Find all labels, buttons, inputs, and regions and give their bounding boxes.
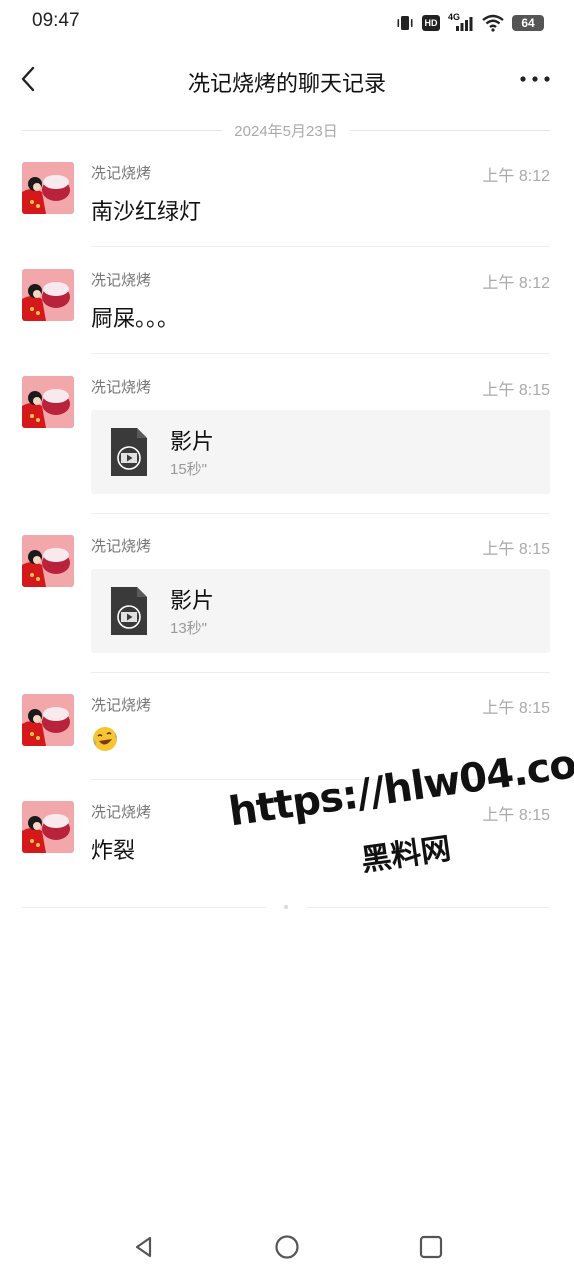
video-card[interactable]: 影片 13秒" <box>91 569 550 653</box>
page-title: 冼记烧烤的聊天记录 <box>187 72 386 97</box>
message-item[interactable]: 冼记烧烤 上午 8:15 影片 15秒" <box>0 376 574 512</box>
video-file-icon <box>111 428 147 476</box>
avatar-image <box>22 162 74 214</box>
video-file-icon <box>111 587 147 635</box>
message-text: 屙屎。。。 <box>91 307 180 332</box>
message-item[interactable]: 冼记烧烤 上午 8:12 南沙红绿灯 <box>0 162 574 246</box>
sender-name: 冼记烧烤 <box>91 378 152 396</box>
message-text: 南沙红绿灯 <box>91 200 202 225</box>
separator-line <box>306 906 550 908</box>
date-separator: 2024年5月23日 <box>22 118 550 142</box>
message-divider <box>91 779 550 780</box>
message-time: 上午 8:15 <box>482 807 550 824</box>
message-divider <box>91 672 550 673</box>
separator-line <box>349 129 550 131</box>
message-divider <box>91 246 550 247</box>
separator-line <box>22 129 223 131</box>
message-item[interactable]: 冼记烧烤 上午 8:15 <box>0 694 574 778</box>
signal-icon: 4G <box>448 12 474 32</box>
video-duration: 13秒" <box>170 620 208 637</box>
sender-name: 冼记烧烤 <box>91 803 152 821</box>
message-item[interactable]: 冼记烧烤 上午 8:15 影片 13秒" <box>0 535 574 671</box>
message-divider <box>91 353 550 354</box>
nav-home-icon[interactable] <box>274 1234 300 1260</box>
date-label: 2024年5月23日 <box>234 122 338 140</box>
hd-icon: HD <box>422 15 440 31</box>
header: 冼记烧烤的聊天记录 <box>0 52 574 108</box>
video-card[interactable]: 影片 15秒" <box>91 410 550 494</box>
nav-recents-icon[interactable] <box>418 1234 444 1260</box>
avatar-image <box>22 801 74 853</box>
laughing-crying-emoji-icon <box>93 727 117 751</box>
more-icon[interactable] <box>518 66 552 92</box>
message-time: 上午 8:12 <box>482 168 550 185</box>
avatar[interactable] <box>22 376 74 428</box>
end-of-list-separator <box>22 905 550 909</box>
avatar-image <box>22 376 74 428</box>
message-time: 上午 8:15 <box>482 541 550 558</box>
status-bar: 09:47 HD 4G 64 <box>0 0 574 44</box>
avatar[interactable] <box>22 269 74 321</box>
wifi-icon <box>482 14 504 32</box>
sender-name: 冼记烧烤 <box>91 537 152 555</box>
separator-dot <box>284 905 288 909</box>
message-divider <box>91 513 550 514</box>
status-time: 09:47 <box>32 10 80 31</box>
battery-level: 64 <box>521 16 535 30</box>
video-duration: 15秒" <box>170 461 208 478</box>
avatar-image <box>22 269 74 321</box>
avatar-image <box>22 535 74 587</box>
avatar[interactable] <box>22 694 74 746</box>
status-icons: HD 4G 64 <box>396 12 544 34</box>
message-text: 炸裂 <box>91 839 136 864</box>
network-label: 4G <box>448 12 461 22</box>
navigation-bar <box>0 1210 574 1280</box>
separator-line <box>22 906 266 908</box>
vibrate-icon <box>397 16 413 30</box>
message-time: 上午 8:12 <box>482 275 550 292</box>
message-time: 上午 8:15 <box>482 382 550 399</box>
message-item[interactable]: 冼记烧烤 上午 8:15 炸裂 <box>0 801 574 885</box>
avatar[interactable] <box>22 162 74 214</box>
hd-label: HD <box>424 18 438 28</box>
battery-icon: 64 <box>512 15 544 31</box>
avatar[interactable] <box>22 801 74 853</box>
sender-name: 冼记烧烤 <box>91 271 152 289</box>
message-item[interactable]: 冼记烧烤 上午 8:12 屙屎。。。 <box>0 269 574 353</box>
avatar[interactable] <box>22 535 74 587</box>
avatar-image <box>22 694 74 746</box>
nav-back-icon[interactable] <box>131 1234 157 1260</box>
video-title: 影片 <box>170 430 215 455</box>
sender-name: 冼记烧烤 <box>91 696 152 714</box>
message-time: 上午 8:15 <box>482 700 550 717</box>
sender-name: 冼记烧烤 <box>91 164 152 182</box>
video-title: 影片 <box>170 589 215 614</box>
